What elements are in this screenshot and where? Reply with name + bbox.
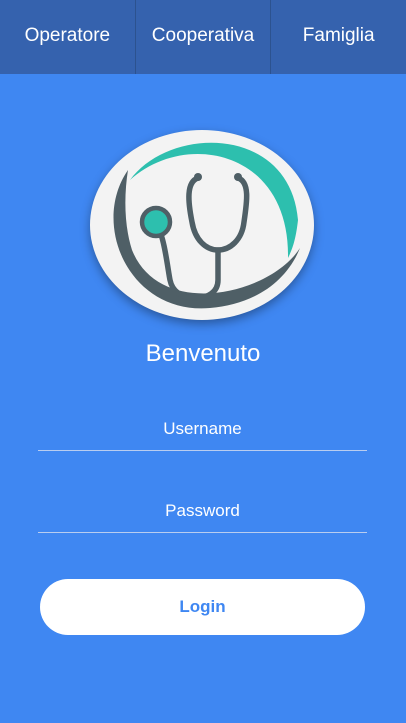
login-screen: Operatore Cooperativa Famiglia Benvenuto… [0, 0, 406, 723]
tab-cooperativa[interactable]: Cooperativa [136, 0, 272, 74]
logo-chestpiece [139, 205, 173, 239]
tab-operatore[interactable]: Operatore [0, 0, 136, 74]
username-field[interactable] [38, 407, 367, 451]
tab-famiglia[interactable]: Famiglia [271, 0, 406, 74]
login-button[interactable]: Login [40, 579, 365, 635]
role-tabbar: Operatore Cooperativa Famiglia [0, 0, 406, 74]
password-field[interactable] [38, 489, 367, 533]
welcome-title: Benvenuto [145, 340, 261, 367]
app-logo [90, 130, 314, 320]
stethoscope-icon [113, 142, 300, 309]
logo-teal-swoosh [130, 142, 298, 258]
